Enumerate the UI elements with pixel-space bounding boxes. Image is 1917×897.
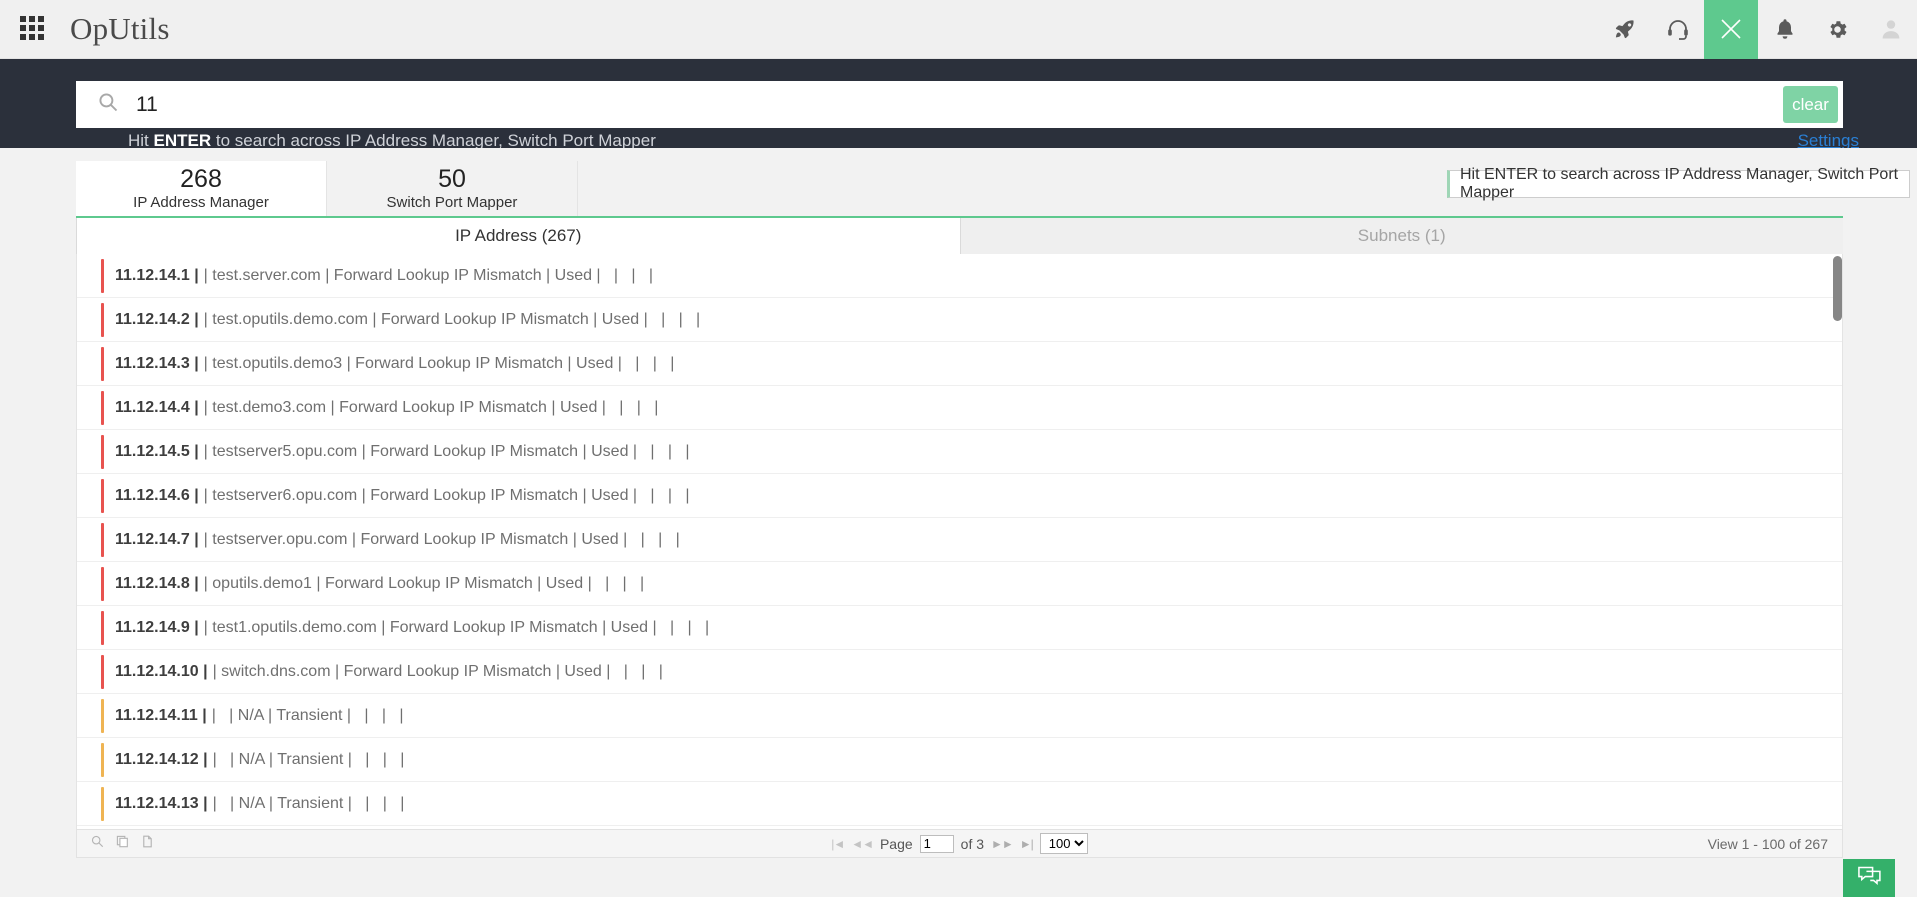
ip-row-details: | oputils.demo1 | Forward Lookup IP Mism… [203,574,645,592]
ip-address-label: 11.12.14.5 | [115,442,199,460]
status-indicator-bar [101,787,104,821]
search-tool-icon[interactable] [91,835,104,853]
result-sub-tabs: IP Address (267) Subnets (1) [76,218,1843,254]
ip-result-row[interactable]: 11.12.14.9 | | test1.oputils.demo.com | F… [77,606,1842,650]
ip-result-row[interactable]: 11.12.14.4 | | test.demo3.com | Forward L… [77,386,1842,430]
ip-address-label: 11.12.14.4 | [115,398,199,416]
status-indicator-bar [101,391,104,425]
page-word-label: Page [879,835,913,852]
pagination-bar: |◄ ◄◄ Page of 3 ►► ►| 2550100200 View 1 … [76,829,1843,858]
ip-row-details: | test.demo3.com | Forward Lookup IP Mis… [203,398,659,416]
page-title: OpUtils [70,11,170,46]
ip-row-details: | | N/A | Transient | | | | [211,706,404,724]
ip-address-label: 11.12.14.13 | [115,794,208,812]
module-tab-label: Switch Port Mapper [386,194,518,212]
chat-widget-button[interactable] [1843,859,1895,897]
ip-address-label: 11.12.14.10 | [115,662,208,680]
ip-address-label: 11.12.14.6 | [115,486,199,504]
page-size-select[interactable]: 2550100200 [1039,833,1088,854]
clear-button[interactable]: clear [1783,86,1838,123]
status-indicator-bar [101,259,104,293]
ip-row-details: | switch.dns.com | Forward Lookup IP Mis… [212,662,663,680]
module-tab-switch-port-mapper[interactable]: 50 Switch Port Mapper [327,161,578,216]
ip-row-details: | testserver6.opu.com | Forward Lookup I… [203,486,690,504]
ip-result-row[interactable]: 11.12.14.5 | | testserver5.opu.com | Forw… [77,430,1842,474]
status-indicator-bar [101,523,104,557]
ip-result-row[interactable]: 11.12.14.7 | | testserver.opu.com | Forwa… [77,518,1842,562]
ip-address-label: 11.12.14.12 | [115,750,208,768]
page-number-input[interactable] [919,834,954,853]
app-bar: OpUtils [0,0,1917,59]
ip-address-label: 11.12.14.9 | [115,618,199,636]
module-tab-count: 50 [438,164,466,193]
ip-row-details: | | N/A | Transient | | | | [212,794,405,812]
tab-ip-address[interactable]: IP Address (267) [76,218,961,254]
scrollbar-thumb[interactable] [1833,256,1842,321]
status-indicator-bar [101,699,104,733]
status-indicator-bar [101,655,104,689]
ip-result-row[interactable]: 11.12.14.13 | | | N/A | Transient | | | | [77,782,1842,826]
pagination-controls: |◄ ◄◄ Page of 3 ►► ►| 2550100200 [77,833,1842,854]
module-tab-count: 268 [180,164,222,193]
ip-address-label: 11.12.14.11 | [115,706,207,724]
ip-address-label: 11.12.14.1 | [115,266,199,284]
copy-tool-icon[interactable] [116,835,129,853]
ip-result-row[interactable]: 11.12.14.11 | | | N/A | Transient | | | | [77,694,1842,738]
chat-bubble-icon [1857,865,1882,892]
module-tab-label: IP Address Manager [133,194,269,212]
view-range-label: View 1 - 100 of 267 [1707,835,1828,852]
status-indicator-bar [101,567,104,601]
status-indicator-bar [101,479,104,513]
ip-row-details: | test1.oputils.demo.com | Forward Looku… [203,618,710,636]
search-icon [98,92,118,117]
ip-result-row[interactable]: 11.12.14.1 | | test.server.com | Forward … [77,254,1842,298]
prev-page-button[interactable]: ◄◄ [851,837,874,851]
rocket-icon[interactable] [1598,0,1651,59]
module-tab-ip-address-manager[interactable]: 268 IP Address Manager [76,161,327,216]
ip-row-details: | test.oputils.demo3 | Forward Lookup IP… [203,354,675,372]
ip-address-label: 11.12.14.2 | [115,310,199,328]
ip-row-details: | | N/A | Transient | | | | [212,750,405,768]
tab-subnets[interactable]: Subnets (1) [960,218,1843,254]
headset-icon[interactable] [1651,0,1704,59]
search-box: clear [76,81,1843,128]
ip-result-row[interactable]: 11.12.14.3 | | test.oputils.demo3 | Forwa… [77,342,1842,386]
user-avatar-icon[interactable] [1864,0,1917,59]
apps-grid-icon[interactable] [20,16,46,42]
gear-icon[interactable] [1811,0,1864,59]
ip-result-row[interactable]: 11.12.14.6 | | testserver6.opu.com | Forw… [77,474,1842,518]
close-icon[interactable] [1704,0,1758,59]
ip-result-row[interactable]: 11.12.14.10 | | switch.dns.com | Forward … [77,650,1842,694]
search-strip: clear Hit ENTER to search across IP Addr… [0,59,1917,150]
ip-result-row[interactable]: 11.12.14.2 | | test.oputils.demo.com | Fo… [77,298,1842,342]
ip-address-label: 11.12.14.8 | [115,574,199,592]
first-page-button[interactable]: |◄ [831,837,845,851]
ip-address-label: 11.12.14.7 | [115,530,199,548]
last-page-button[interactable]: ►| [1020,837,1034,851]
app-bar-actions [1598,0,1917,59]
ip-result-row[interactable]: 11.12.14.8 | | oputils.demo1 | Forward Lo… [77,562,1842,606]
result-list-scrollbar[interactable] [1833,256,1842,827]
search-tooltip: Hit ENTER to search across IP Address Ma… [1447,166,1910,201]
status-indicator-bar [101,743,104,777]
search-results-panel: 268 IP Address Manager 50 Switch Port Ma… [0,148,1917,897]
status-indicator-bar [101,435,104,469]
page-total-label: of 3 [960,835,985,852]
status-indicator-bar [101,347,104,381]
ip-row-details: | testserver5.opu.com | Forward Lookup I… [203,442,690,460]
ip-row-details: | test.server.com | Forward Lookup IP Mi… [203,266,654,284]
search-input[interactable] [134,82,1783,127]
export-tool-icon[interactable] [141,835,154,853]
next-page-button[interactable]: ►► [991,837,1014,851]
ip-address-result-list: 11.12.14.1 | | test.server.com | Forward … [76,254,1843,829]
ip-result-row[interactable]: 11.12.14.12 | | | N/A | Transient | | | | [77,738,1842,782]
bell-icon[interactable] [1758,0,1811,59]
ip-row-details: | test.oputils.demo.com | Forward Lookup… [203,310,701,328]
status-indicator-bar [101,303,104,337]
ip-row-details: | testserver.opu.com | Forward Lookup IP… [203,530,680,548]
footer-tools [91,835,154,853]
ip-address-label: 11.12.14.3 | [115,354,199,372]
status-indicator-bar [101,611,104,645]
